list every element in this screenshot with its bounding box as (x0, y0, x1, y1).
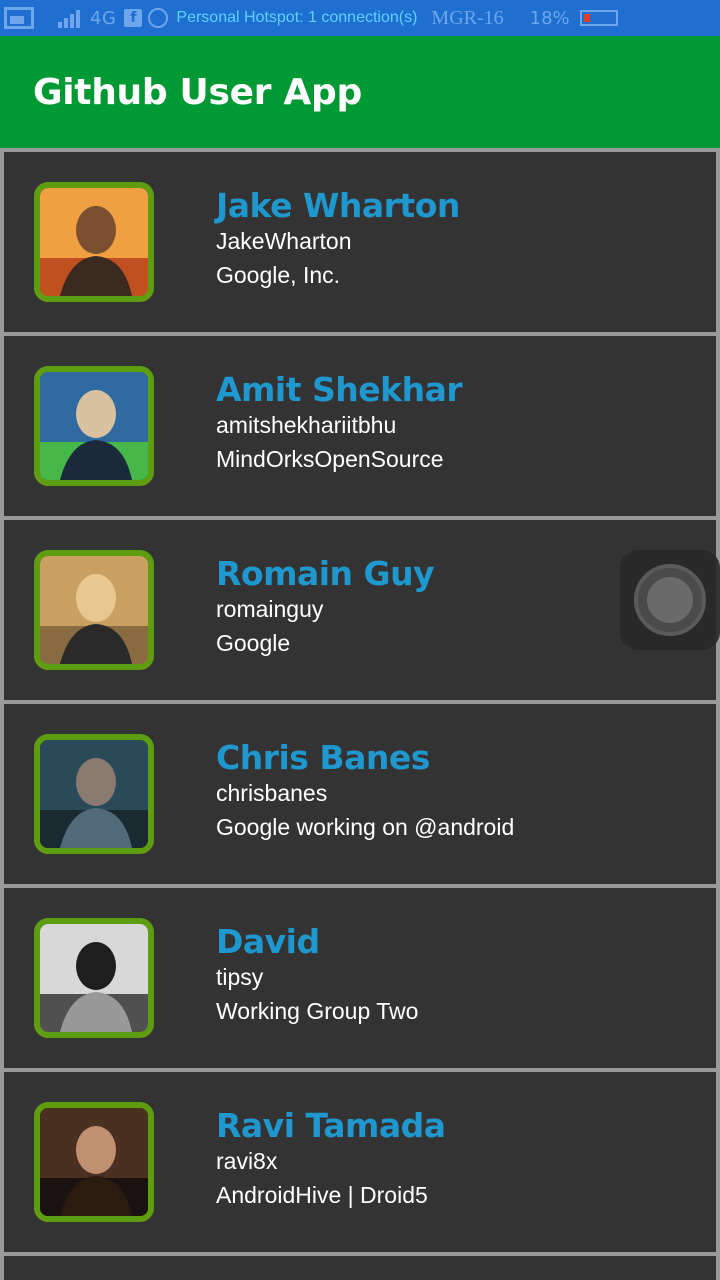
list-item[interactable]: Ravi Tamada ravi8x AndroidHive | Droid5 (4, 1072, 716, 1252)
user-login: amitshekhariitbhu (216, 412, 397, 438)
user-name: Amit Shekhar (216, 370, 463, 409)
user-login: romainguy (216, 596, 324, 622)
user-name: Jake Wharton (216, 186, 460, 225)
battery-icon (579, 10, 618, 26)
list-item[interactable]: Amit Shekhar amitshekhariitbhu MindOrksOpe… (4, 336, 716, 516)
avatar-image (40, 556, 148, 664)
app-title: Github User App (33, 71, 362, 113)
hotspot-status: Personal Hotspot: 1 connection(s) (176, 9, 418, 26)
status-bar: 4G f Personal Hotspot: 1 connection(s) M… (0, 0, 720, 36)
avatar-image (40, 372, 148, 480)
user-name: Ravi Tamada (216, 1106, 446, 1145)
status-left (0, 7, 34, 29)
facebook-icon: f (124, 9, 143, 27)
user-company: Google working on @android (216, 814, 515, 840)
avatar (34, 918, 154, 1038)
user-name: David (216, 922, 320, 961)
app-bar: Github User App (0, 36, 720, 148)
phone-icon (148, 8, 169, 28)
avatar (34, 1102, 154, 1222)
avatar (34, 182, 154, 302)
user-login: tipsy (216, 964, 264, 990)
list-item[interactable]: Romain Guy romainguy Google (4, 520, 716, 700)
carrier-name: MGR-16 (431, 6, 504, 29)
list-item[interactable]: David tipsy Working Group Two (4, 888, 716, 1068)
user-company: MindOrksOpenSource (216, 446, 444, 472)
avatar (34, 366, 154, 486)
assistive-touch-core-icon (647, 577, 693, 623)
list-item[interactable]: Chris Banes chrisbanes Google working on @… (4, 704, 716, 884)
user-login: JakeWharton (216, 228, 352, 254)
avatar-image (40, 1108, 148, 1216)
user-name: Chris Banes (216, 738, 430, 777)
avatar (34, 734, 154, 854)
avatar (34, 550, 154, 670)
avatar-image (40, 924, 148, 1032)
user-company: Working Group Two (216, 998, 419, 1024)
assistive-touch-button[interactable] (620, 550, 720, 650)
user-name: Romain Guy (216, 554, 435, 593)
network-type: 4G (90, 7, 117, 29)
screen-mirror-icon (4, 7, 34, 29)
avatar-image (40, 188, 148, 296)
battery-percent: 18% (529, 7, 570, 29)
user-company: Google (216, 630, 291, 656)
avatar-image (40, 740, 148, 848)
user-login: ravi8x (216, 1148, 278, 1174)
user-login: chrisbanes (216, 780, 328, 806)
user-company: Google, Inc. (216, 262, 341, 288)
list-item-partial[interactable] (4, 1256, 716, 1280)
user-company: AndroidHive | Droid5 (216, 1182, 428, 1208)
signal-icon (58, 8, 80, 28)
list-item[interactable]: Jake Wharton JakeWharton Google, Inc. (4, 152, 716, 332)
